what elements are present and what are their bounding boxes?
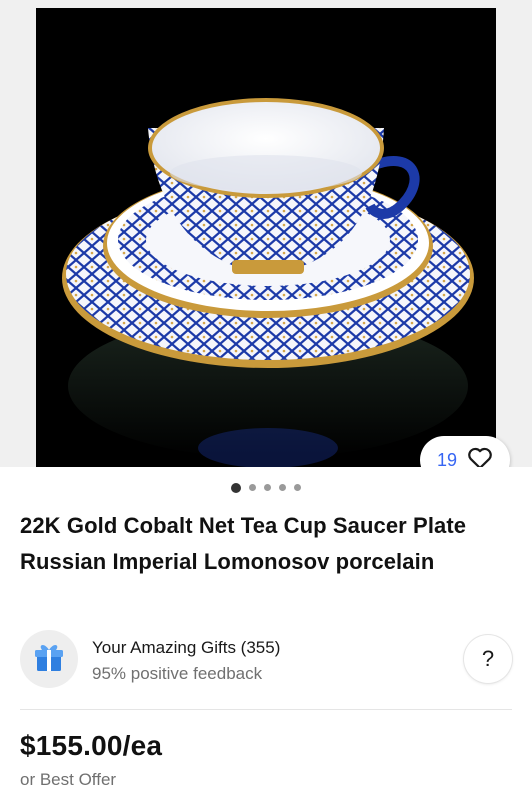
watch-button[interactable]: 19 [420, 436, 510, 467]
divider [20, 709, 512, 710]
seller-name[interactable]: Your Amazing Gifts (355) [92, 638, 280, 658]
pagination-dot-active[interactable] [231, 482, 241, 493]
gift-icon [32, 640, 66, 679]
seller-card[interactable]: Your Amazing Gifts (355) 95% positive fe… [20, 630, 512, 688]
listing-title: 22K Gold Cobalt Net Tea Cup Saucer Plate… [20, 513, 467, 574]
best-offer-label: or Best Offer [20, 770, 117, 789]
gallery-pagination [0, 482, 532, 493]
product-image[interactable] [36, 8, 496, 467]
seller-avatar[interactable] [20, 630, 78, 688]
seller-feedback: 95% positive feedback [92, 664, 263, 683]
price: $155.00/ea [20, 730, 163, 761]
watch-count: 19 [436, 449, 458, 468]
pagination-dot[interactable] [249, 484, 256, 491]
pagination-dot[interactable] [264, 484, 271, 491]
pagination-dot[interactable] [294, 484, 301, 491]
question-icon: ? [481, 646, 495, 671]
image-gallery[interactable]: 19 [0, 0, 532, 467]
pagination-dot[interactable] [279, 484, 286, 491]
help-button[interactable]: ? [464, 635, 512, 683]
heart-icon [467, 446, 493, 467]
